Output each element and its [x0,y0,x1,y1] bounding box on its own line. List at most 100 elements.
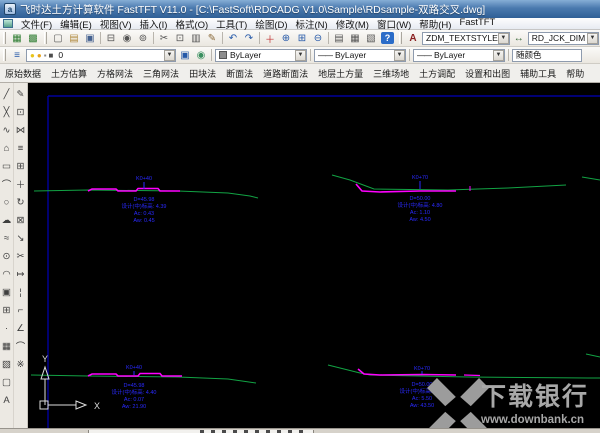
copy-icon[interactable]: ⊡ [172,31,188,45]
fasttft-menu-item[interactable]: 土方估算 [46,67,92,80]
circle-tool-icon[interactable]: ○ [0,193,13,211]
lineweight-combo[interactable]: —— ByLayer ▼ [413,48,505,62]
dropdown-arrow-icon[interactable]: ▼ [164,49,175,61]
layer-properties-icon[interactable]: ▣ [177,48,193,62]
array-tool-icon[interactable]: ⊞ [14,157,27,175]
fasttft-menu-item[interactable]: 断面法 [221,67,258,80]
menu-item[interactable]: 编辑(E) [56,17,96,31]
linetype-combo[interactable]: —— ByLayer ▼ [314,48,406,62]
undo-icon[interactable]: ↶ [225,31,241,45]
color-combo[interactable]: ByLayer ▼ [215,48,307,62]
menu-item[interactable]: 修改(M) [332,17,373,31]
cut-icon[interactable]: ✂ [156,31,172,45]
dropdown-arrow-icon[interactable]: ▼ [394,49,405,61]
publish-icon[interactable]: ⊚ [135,31,151,45]
menu-item[interactable]: 帮助(H) [415,17,455,31]
mirror-tool-icon[interactable]: ⋈ [14,121,27,139]
fasttft-menu-item[interactable]: 辅助工具 [515,67,561,80]
menu-item[interactable]: 格式(O) [171,17,212,31]
fasttft-menu-item[interactable]: 三角网法 [138,67,184,80]
offset-tool-icon[interactable]: ≡ [14,139,27,157]
fasttft-menu-item[interactable]: 三维场地 [368,67,414,80]
spline-tool-icon[interactable]: ≈ [0,229,13,247]
dim-style-combo[interactable]: RD_JCK_DIM ▼ [527,31,599,45]
new-file-icon[interactable]: ▢ [50,31,66,45]
toolpalettes-icon[interactable]: ▧ [363,31,379,45]
ellipse-arc-tool-icon[interactable]: ◠ [0,265,13,283]
print-preview-icon[interactable]: ◉ [119,31,135,45]
text-tool-icon[interactable]: A [0,391,13,409]
text-style-combo[interactable]: ZDM_TEXTSTYLE ▼ [422,31,510,45]
layer-make-current-icon[interactable]: ◉ [193,48,209,62]
dropdown-arrow-icon[interactable]: ▼ [587,32,598,44]
fillet-tool-icon[interactable]: ⌒ [14,337,27,355]
plotstyle-combo[interactable]: 随颜色 [512,48,582,62]
layer-combo[interactable]: ● ● ▪ ■ 0 ▼ [26,48,176,62]
zoom-realtime-icon[interactable]: ⊕ [278,31,294,45]
help-icon[interactable]: ? [381,32,394,44]
fasttft-menu-item[interactable]: 原始数据 [0,67,46,80]
menu-item[interactable]: 插入(I) [135,17,171,31]
ellipse-tool-icon[interactable]: ⊙ [0,247,13,265]
chamfer-tool-icon[interactable]: ∠ [14,319,27,337]
fasttft-menu-item[interactable]: 帮助 [561,67,589,80]
point-tool-icon[interactable]: · [0,319,13,337]
scale-tool-icon[interactable]: ⊠ [14,211,27,229]
match-properties-icon[interactable]: ✎ [204,31,220,45]
menu-item[interactable]: 视图(V) [96,17,136,31]
gradient-tool-icon[interactable]: ▧ [0,355,13,373]
fasttft-menu-item[interactable]: 田块法 [184,67,221,80]
fasttft-menu-item[interactable]: 地层土方量 [313,67,368,80]
menu-item[interactable]: 文件(F) [17,17,56,31]
menu-item[interactable]: FastTFT [455,17,499,31]
erase-tool-icon[interactable]: ✎ [14,85,27,103]
toolbar-grip[interactable] [3,32,6,44]
menu-item[interactable]: 工具(T) [212,17,251,31]
insert-block-tool-icon[interactable]: ▣ [0,283,13,301]
fasttft-tool-icon-1[interactable]: ▦ [9,31,25,45]
open-file-icon[interactable]: ▤ [66,31,82,45]
layer-freeze-icon[interactable]: ● [37,51,42,60]
drawing-canvas[interactable]: K0+40 D=45.98 设计(中)标高: 4.39 Ac: 0.43 Aw:… [28,83,600,428]
dim-style-icon[interactable]: ↔ [511,31,527,45]
toolbar-grip[interactable] [3,49,6,61]
layer-lock-icon[interactable]: ▪ [44,51,47,60]
arc-tool-icon[interactable]: ⌒ [0,175,13,193]
menu-item[interactable]: 标注(N) [292,17,332,31]
zoom-window-icon[interactable]: ⊞ [294,31,310,45]
layer-on-icon[interactable]: ● [30,51,35,60]
redo-icon[interactable]: ↷ [241,31,257,45]
hatch-tool-icon[interactable]: ▦ [0,337,13,355]
move-tool-icon[interactable]: ＋ [14,175,27,193]
fasttft-menu-item[interactable]: 方格网法 [92,67,138,80]
copy-tool-icon[interactable]: ⊡ [14,103,27,121]
polygon-tool-icon[interactable]: ⌂ [0,139,13,157]
polyline-tool-icon[interactable]: ∿ [0,121,13,139]
dropdown-arrow-icon[interactable]: ▼ [497,32,509,44]
plot-icon[interactable]: ⊟ [103,31,119,45]
fasttft-menu-item[interactable]: 土方调配 [414,67,460,80]
extend-tool-icon[interactable]: ↦ [14,265,27,283]
rotate-tool-icon[interactable]: ↻ [14,193,27,211]
designcenter-icon[interactable]: ▦ [347,31,363,45]
fasttft-menu-item[interactable]: 道路断面法 [258,67,313,80]
zoom-previous-icon[interactable]: ⊖ [310,31,326,45]
fasttft-tool-icon-2[interactable]: ▩ [25,31,41,45]
make-block-tool-icon[interactable]: ⊞ [0,301,13,319]
revcloud-tool-icon[interactable]: ☁ [0,211,13,229]
break-tool-icon[interactable]: ¦ [14,283,27,301]
join-tool-icon[interactable]: ⌐ [14,301,27,319]
trim-tool-icon[interactable]: ✂ [14,247,27,265]
menu-item[interactable]: 绘图(D) [251,17,291,31]
layer-manager-icon[interactable]: ≡ [9,48,25,62]
stretch-tool-icon[interactable]: ↘ [14,229,27,247]
text-style-icon[interactable]: A [405,31,421,45]
dropdown-arrow-icon[interactable]: ▼ [295,49,306,61]
region-tool-icon[interactable]: ▢ [0,373,13,391]
properties-icon[interactable]: ▤ [331,31,347,45]
paste-icon[interactable]: ▥ [188,31,204,45]
toolbar-grip[interactable] [44,32,47,44]
explode-tool-icon[interactable]: ※ [14,355,27,373]
rectangle-tool-icon[interactable]: ▭ [0,157,13,175]
document-icon[interactable] [3,19,13,28]
